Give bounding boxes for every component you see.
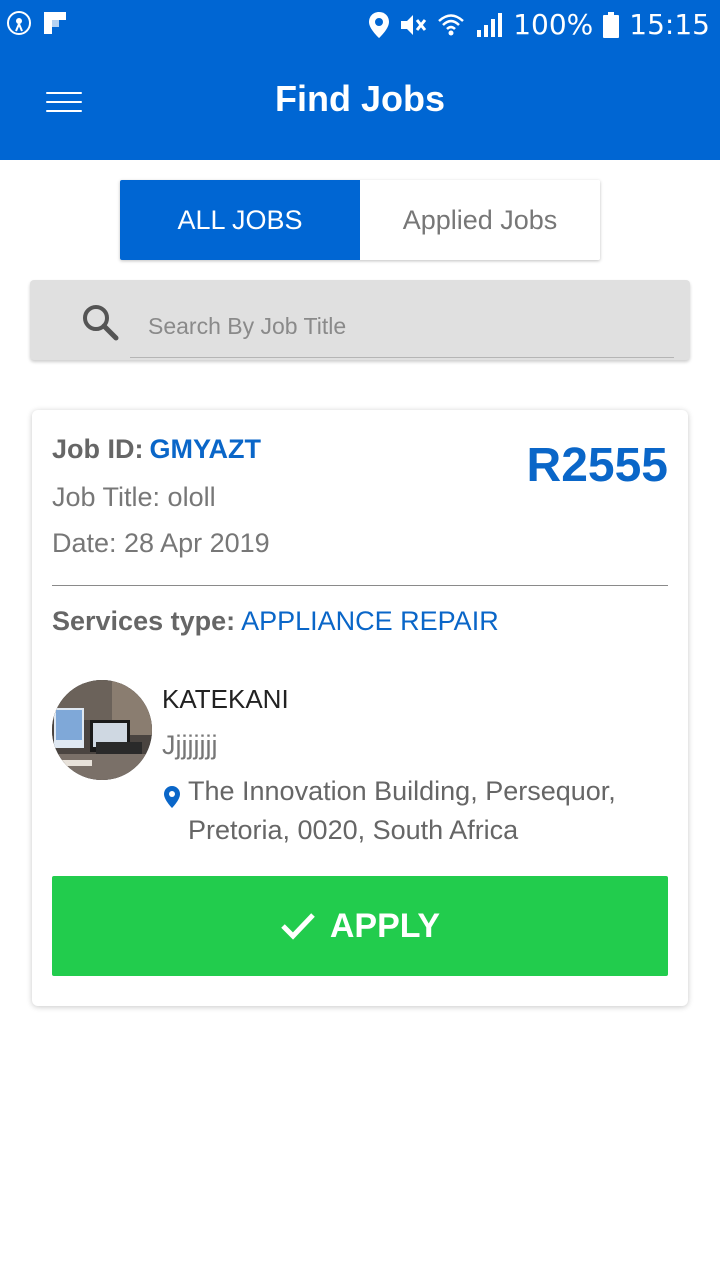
mute-icon bbox=[401, 14, 427, 35]
job-date: Date: 28 Apr 2019 bbox=[52, 528, 270, 558]
avatar bbox=[52, 680, 152, 780]
job-price: R2555 bbox=[526, 439, 668, 492]
job-tabs: ALL JOBS Applied Jobs bbox=[120, 180, 600, 260]
apply-button[interactable]: APPLY bbox=[52, 876, 668, 976]
location-icon bbox=[369, 11, 390, 38]
job-address: The Innovation Building, Persequor, Pret… bbox=[188, 776, 616, 845]
tab-applied-jobs[interactable]: Applied Jobs bbox=[360, 180, 600, 260]
search-icon bbox=[83, 305, 119, 341]
apply-button-label: APPLY bbox=[329, 906, 441, 945]
wifi-icon bbox=[438, 13, 465, 35]
job-id-row: Job ID: GMYAZT bbox=[52, 434, 261, 465]
app-bar: Find Jobs bbox=[0, 48, 720, 160]
clock: 15:15 bbox=[629, 8, 710, 41]
job-card: Job ID: GMYAZT Job Title: ololl Date: 28 … bbox=[32, 410, 688, 1006]
battery-icon bbox=[603, 11, 620, 38]
job-description: Jjjjjjjj bbox=[162, 730, 218, 760]
job-id-label: Job ID: bbox=[52, 434, 144, 464]
search-bar bbox=[30, 280, 690, 360]
services-type-label: Services type: bbox=[52, 606, 236, 636]
location-pin-icon bbox=[164, 786, 180, 808]
job-title: Job Title: ololl bbox=[52, 482, 216, 512]
radio-icon bbox=[7, 11, 31, 35]
divider bbox=[52, 585, 668, 586]
flipboard-icon bbox=[44, 12, 66, 34]
client-name: KATEKANI bbox=[162, 684, 289, 714]
page-title: Find Jobs bbox=[275, 78, 445, 119]
tab-all-jobs[interactable]: ALL JOBS bbox=[120, 180, 360, 260]
search-input[interactable] bbox=[130, 296, 674, 358]
status-bar: 100% 15:15 bbox=[0, 0, 720, 48]
signal-icon bbox=[477, 12, 503, 37]
check-icon bbox=[281, 913, 315, 940]
battery-percent: 100% bbox=[513, 8, 594, 41]
job-id-value: GMYAZT bbox=[149, 434, 262, 464]
services-type-value: APPLIANCE REPAIR bbox=[241, 606, 499, 636]
services-type-row: Services type: APPLIANCE REPAIR bbox=[52, 606, 499, 637]
